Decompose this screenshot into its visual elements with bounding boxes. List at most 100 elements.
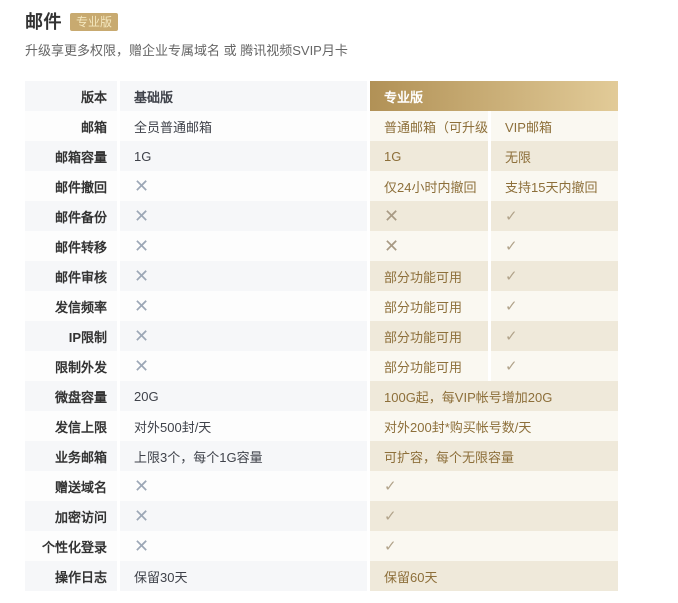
pro-cell: 仅24小时内撤回 [370, 171, 488, 201]
basic-cell: ✕ [120, 471, 367, 501]
check-icon: ✓ [384, 509, 397, 524]
cell-text: 对外200封*购买帐号数/天 [384, 417, 531, 436]
basic-cell: ✕ [120, 501, 367, 531]
basic-cell: ✕ [120, 171, 367, 201]
pro-cell: 普通邮箱（可升级） [370, 111, 488, 141]
cell-text: 部分功能可用 [384, 297, 462, 316]
row-label: 邮件转移 [25, 231, 117, 261]
basic-cell: 保留30天 [120, 561, 367, 591]
cell-text: 对外500封/天 [134, 417, 211, 436]
cross-icon: ✕ [134, 297, 149, 315]
basic-cell: ✕ [120, 351, 367, 381]
page-subtitle: 升级享更多权限，赠企业专属域名 或 腾讯视频SVIP月卡 [25, 42, 678, 60]
cross-icon: ✕ [134, 177, 149, 195]
cell-text: 1G [134, 149, 151, 164]
pro-cell: ✓ [491, 351, 618, 381]
pro-cell: 部分功能可用 [370, 261, 488, 291]
row-label: 邮件审核 [25, 261, 117, 291]
cross-icon: ✕ [134, 327, 149, 345]
basic-cell: ✕ [120, 201, 367, 231]
pro-cell: 部分功能可用 [370, 351, 488, 381]
cell-text: 上限3个，每个1G容量 [134, 447, 263, 466]
row-label: 发信上限 [25, 411, 117, 441]
basic-cell: ✕ [120, 261, 367, 291]
row-label: 操作日志 [25, 561, 117, 591]
cell-text: 可扩容，每个无限容量 [384, 447, 514, 466]
pro-cell: 支持15天内撤回 [491, 171, 618, 201]
check-icon: ✓ [505, 329, 518, 344]
cross-icon: ✕ [384, 237, 399, 255]
check-icon: ✓ [384, 479, 397, 494]
pro-cell: ✓ [370, 471, 618, 501]
check-icon: ✓ [505, 269, 518, 284]
cross-icon: ✕ [134, 267, 149, 285]
page-title: 邮件 [25, 10, 62, 34]
cross-icon: ✕ [384, 207, 399, 225]
pro-cell: 部分功能可用 [370, 291, 488, 321]
pro-cell: ✓ [491, 201, 618, 231]
pro-cell: 可扩容，每个无限容量 [370, 441, 618, 471]
row-label: 发信频率 [25, 291, 117, 321]
pro-cell: VIP邮箱 [491, 111, 618, 141]
cell-text: 支持15天内撤回 [505, 177, 597, 196]
row-label: 邮件撤回 [25, 171, 117, 201]
pro-cell: 1G [370, 141, 488, 171]
pro-cell: 对外200封*购买帐号数/天 [370, 411, 618, 441]
basic-cell: 对外500封/天 [120, 411, 367, 441]
basic-cell: ✕ [120, 531, 367, 561]
cell-text: VIP邮箱 [505, 117, 552, 136]
cross-icon: ✕ [134, 357, 149, 375]
basic-cell: 20G [120, 381, 367, 411]
pro-cell: 保留60天 [370, 561, 618, 591]
row-label: 业务邮箱 [25, 441, 117, 471]
basic-cell: 全员普通邮箱 [120, 111, 367, 141]
row-label: 赠送域名 [25, 471, 117, 501]
basic-cell: ✕ [120, 291, 367, 321]
column-header-pro: 专业版 [370, 81, 618, 111]
pro-cell: 无限 [491, 141, 618, 171]
row-label: 限制外发 [25, 351, 117, 381]
check-icon: ✓ [505, 359, 518, 374]
check-icon: ✓ [505, 299, 518, 314]
pro-cell: ✓ [491, 231, 618, 261]
pro-cell: ✓ [491, 321, 618, 351]
check-icon: ✓ [505, 239, 518, 254]
pro-cell: ✓ [370, 501, 618, 531]
pro-cell: 部分功能可用 [370, 321, 488, 351]
cross-icon: ✕ [134, 537, 149, 555]
cell-text: 无限 [505, 147, 531, 166]
cell-text: 保留60天 [384, 567, 437, 586]
pro-cell: ✓ [491, 291, 618, 321]
cell-text: 100G起，每VIP帐号增加20G [384, 387, 552, 406]
row-label: 个性化登录 [25, 531, 117, 561]
cross-icon: ✕ [134, 207, 149, 225]
cell-text: 部分功能可用 [384, 327, 462, 346]
cross-icon: ✕ [134, 507, 149, 525]
row-label: 加密访问 [25, 501, 117, 531]
cell-text: 保留30天 [134, 567, 187, 586]
row-label: IP限制 [25, 321, 117, 351]
cell-text: 部分功能可用 [384, 357, 462, 376]
basic-cell: ✕ [120, 231, 367, 261]
basic-cell: 上限3个，每个1G容量 [120, 441, 367, 471]
pro-cell: 100G起，每VIP帐号增加20G [370, 381, 618, 411]
row-label: 邮箱 [25, 111, 117, 141]
row-label: 邮件备份 [25, 201, 117, 231]
cell-text: 仅24小时内撤回 [384, 177, 476, 196]
row-label: 微盘容量 [25, 381, 117, 411]
cell-text: 1G [384, 149, 401, 164]
basic-cell: ✕ [120, 321, 367, 351]
cross-icon: ✕ [134, 237, 149, 255]
pro-version-badge: 专业版 [70, 13, 118, 31]
cell-text: 普通邮箱（可升级） [384, 117, 488, 136]
pro-cell: ✓ [491, 261, 618, 291]
cross-icon: ✕ [134, 477, 149, 495]
page: 邮件 专业版 升级享更多权限，赠企业专属域名 或 腾讯视频SVIP月卡 版本基础… [0, 0, 678, 591]
title-row: 邮件 专业版 [25, 10, 678, 34]
pro-cell: ✓ [370, 531, 618, 561]
pro-cell: ✕ [370, 231, 488, 261]
basic-cell: 1G [120, 141, 367, 171]
cell-text: 部分功能可用 [384, 267, 462, 286]
cell-text: 20G [134, 389, 159, 404]
column-header-basic: 基础版 [120, 81, 367, 111]
